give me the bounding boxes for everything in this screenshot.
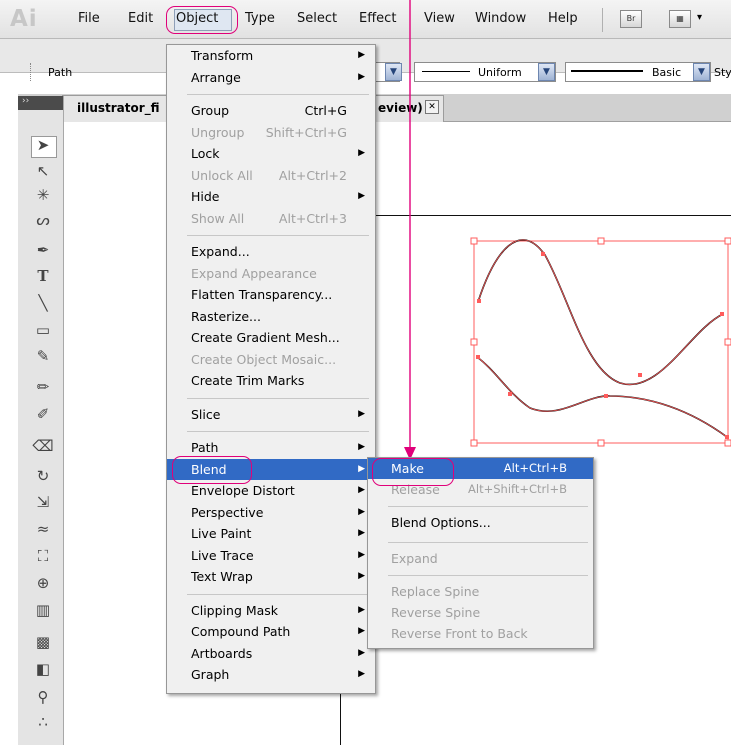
menu-separator (187, 397, 369, 399)
submenu-arrow-icon: ▶ (358, 669, 365, 679)
menu-separator (187, 431, 369, 432)
menu-item-label: Path (191, 440, 219, 455)
object-menu-item-flatten-transparency[interactable]: Flatten Transparency... (167, 284, 375, 305)
submenu-arrow-icon: ▶ (358, 442, 365, 452)
menu-separator (187, 94, 369, 95)
menu-item-shortcut: Alt+Ctrl+B (503, 461, 567, 475)
object-menu-item-clipping-mask[interactable]: Clipping Mask ▶ (167, 600, 375, 621)
object-menu-item-create-object-mosaic[interactable]: Create Object Mosaic... (167, 349, 375, 370)
menu-item-shortcut: Alt+Ctrl+2 (278, 167, 347, 183)
menu-separator (388, 575, 588, 576)
menu-item-label: Live Trace (191, 547, 254, 563)
object-menu-item-perspective[interactable]: Perspective ▶ (167, 502, 375, 523)
object-menu-item-hide[interactable]: Hide ▶ (167, 186, 375, 207)
object-menu-item-graph[interactable]: Graph ▶ (167, 664, 375, 685)
menu-item-label: Flatten Transparency... (191, 287, 333, 302)
menu-item-label: Replace Spine (391, 584, 480, 599)
menu-item-label: Group (191, 103, 230, 118)
blend-menu-item-reverse-front-to-back[interactable]: Reverse Front to Back (368, 623, 593, 644)
menu-separator (187, 593, 369, 595)
object-menu-item-create-trim-marks[interactable]: Create Trim Marks (167, 370, 375, 391)
menu-item-label: Hide (191, 189, 220, 204)
submenu-arrow-icon: ▶ (358, 463, 365, 474)
menu-item-label: Reverse Spine (391, 605, 481, 620)
menu-item-label: Expand Appearance (191, 265, 317, 281)
menu-item-label: Perspective (191, 504, 264, 520)
object-menu-item-live-paint[interactable]: Live Paint ▶ (167, 523, 375, 544)
blend-menu-item-replace-spine[interactable]: Replace Spine (368, 581, 593, 602)
annotation-ring-blend (172, 456, 252, 484)
object-menu-item-unlock-all[interactable]: Unlock All Alt+Ctrl+2 (167, 165, 375, 186)
annotation-ring-make (372, 458, 454, 486)
submenu-arrow-icon: ▶ (358, 50, 365, 60)
object-menu-item-slice[interactable]: Slice ▶ (167, 404, 375, 425)
menu-item-shortcut: Ctrl+G (304, 103, 347, 118)
submenu-arrow-icon: ▶ (358, 191, 365, 201)
menu-item-label: Arrange (191, 69, 241, 85)
object-menu-item-rasterize[interactable]: Rasterize... (167, 306, 375, 327)
menu-item-label: Expand (391, 551, 438, 566)
object-menu-item-expand[interactable]: Expand... (167, 241, 375, 262)
object-menu: Transform ▶ Arrange ▶ Group Ctrl+G Ungroup Shif… (166, 44, 376, 694)
menu-item-label: Blend Options... (391, 515, 491, 530)
submenu-arrow-icon: ▶ (358, 647, 365, 658)
submenu-arrow-icon: ▶ (358, 506, 365, 517)
submenu-arrow-icon: ▶ (358, 549, 365, 560)
submenu-arrow-icon: ▶ (358, 71, 365, 82)
menu-item-label: Create Object Mosaic... (191, 351, 337, 367)
object-menu-item-artboards[interactable]: Artboards ▶ (167, 643, 375, 664)
menu-item-shortcut: Alt+Ctrl+3 (278, 210, 347, 226)
object-menu-item-show-all[interactable]: Show All Alt+Ctrl+3 (167, 208, 375, 229)
anchor-points (476, 252, 729, 439)
menu-item-label: Transform (191, 48, 254, 63)
menu-item-label: Show All (191, 210, 245, 226)
menu-item-label: Create Trim Marks (191, 373, 305, 388)
upper-path (477, 239, 724, 386)
object-menu-item-compound-path[interactable]: Compound Path ▶ (167, 621, 375, 642)
menu-item-shortcut: Shift+Ctrl+G (265, 124, 347, 140)
menu-separator (388, 542, 588, 543)
object-menu-item-transform[interactable]: Transform ▶ (167, 45, 375, 66)
submenu-arrow-icon: ▶ (358, 148, 365, 158)
object-menu-item-text-wrap[interactable]: Text Wrap ▶ (167, 566, 375, 587)
menu-item-label: Rasterize... (191, 308, 261, 324)
blend-menu-item-blend-options[interactable]: Blend Options... (368, 512, 593, 533)
menu-item-label: Expand... (191, 244, 250, 259)
menu-item-label: Lock (191, 146, 220, 161)
submenu-arrow-icon: ▶ (358, 485, 365, 495)
object-menu-item-lock[interactable]: Lock ▶ (167, 143, 375, 164)
menu-item-label: Text Wrap (191, 569, 253, 584)
submenu-arrow-icon: ▶ (358, 571, 365, 581)
menu-item-shortcut: Alt+Shift+Ctrl+B (468, 482, 567, 496)
object-menu-item-create-gradient-mesh[interactable]: Create Gradient Mesh... (167, 327, 375, 348)
menu-item-label: Create Gradient Mesh... (191, 330, 340, 345)
submenu-arrow-icon: ▶ (358, 604, 365, 615)
object-menu-item-group[interactable]: Group Ctrl+G (167, 100, 375, 121)
menu-item-label: Live Paint (191, 526, 252, 541)
menu-item-label: Clipping Mask (191, 602, 279, 618)
menu-separator (187, 235, 369, 236)
submenu-arrow-icon: ▶ (358, 626, 365, 636)
menu-item-label: Reverse Front to Back (391, 626, 528, 641)
object-menu-item-ungroup[interactable]: Ungroup Shift+Ctrl+G (167, 122, 375, 143)
object-menu-item-live-trace[interactable]: Live Trace ▶ (167, 545, 375, 566)
menu-item-label: Graph (191, 667, 230, 682)
object-menu-item-arrange[interactable]: Arrange ▶ (167, 67, 375, 88)
menu-separator (388, 506, 588, 507)
blend-menu-item-reverse-spine[interactable]: Reverse Spine (368, 602, 593, 623)
blend-menu-item-expand[interactable]: Expand (368, 548, 593, 569)
submenu-arrow-icon: ▶ (358, 528, 365, 538)
menu-item-label: Compound Path (191, 624, 291, 639)
menu-item-label: Artboards (191, 645, 253, 661)
menu-item-label: Ungroup (191, 124, 245, 140)
menu-item-label: Slice (191, 406, 221, 422)
object-menu-item-expand-appearance[interactable]: Expand Appearance (167, 263, 375, 284)
object-menu-item-path[interactable]: Path ▶ (167, 437, 375, 458)
menu-item-label: Unlock All (191, 167, 253, 183)
submenu-arrow-icon: ▶ (358, 408, 365, 419)
